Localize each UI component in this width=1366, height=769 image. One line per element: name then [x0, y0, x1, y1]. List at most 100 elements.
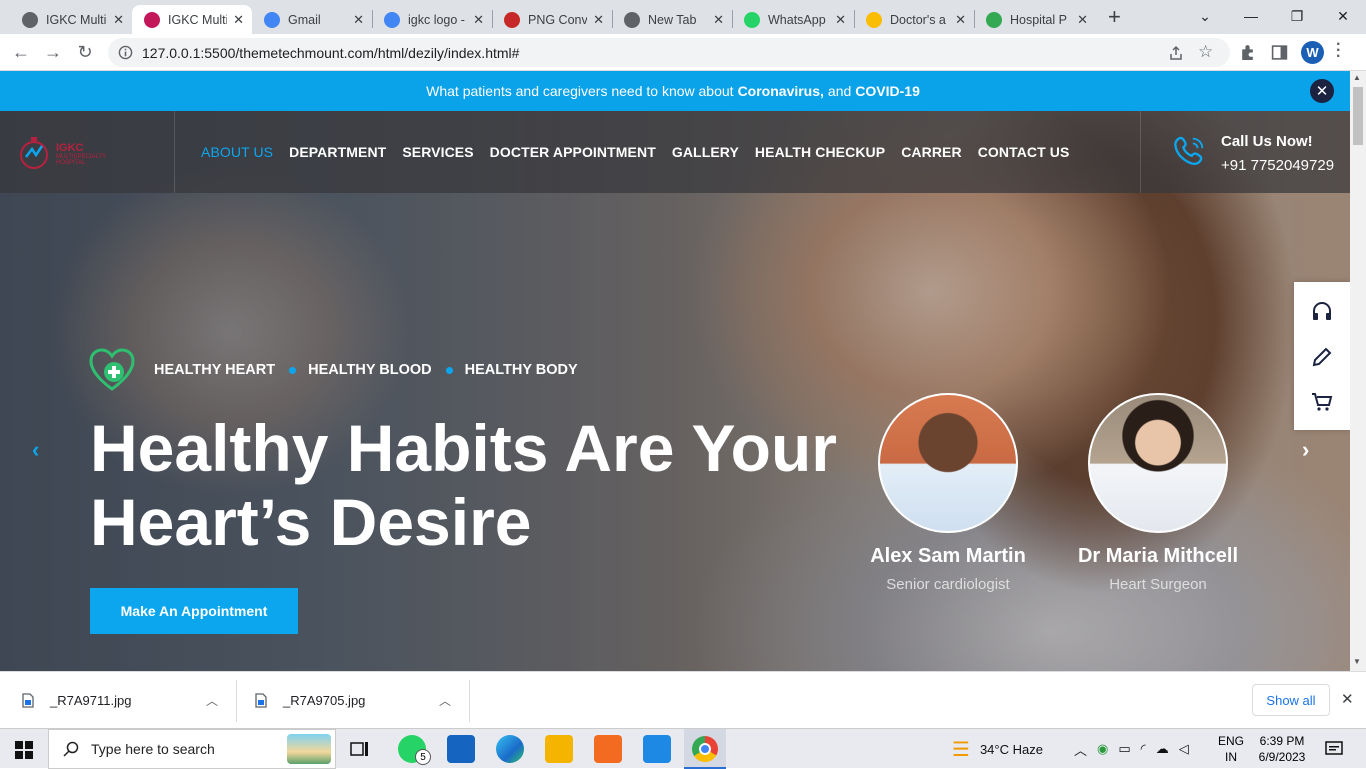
download-item[interactable]: _R7A9705.jpg ︿	[255, 672, 465, 728]
download-item[interactable]: _R7A9711.jpg ︿	[22, 672, 232, 728]
back-icon[interactable]: ←	[8, 40, 34, 64]
chrome-taskbar-item[interactable]	[684, 729, 726, 769]
tab-close-icon[interactable]: ✕	[473, 12, 484, 28]
scroll-up-icon[interactable]: ▲	[1353, 73, 1361, 82]
browser-tab-6[interactable]: New Tab ✕	[612, 5, 732, 34]
show-hidden-icons-chevron-icon[interactable]: ︿	[1074, 740, 1087, 759]
extensions-icon[interactable]	[1239, 44, 1256, 61]
tab-close-icon[interactable]: ✕	[713, 12, 724, 28]
side-panel-icon[interactable]	[1271, 44, 1288, 61]
nav-gallery[interactable]: GALLERY	[672, 144, 739, 160]
wifi-icon[interactable]: ◜	[1141, 741, 1146, 757]
chrome-icon	[624, 11, 640, 28]
new-tab-button[interactable]: +	[1108, 4, 1121, 30]
browser-tab-4[interactable]: igkc logo - ✕	[372, 5, 492, 34]
clock[interactable]: 6:39 PM 6/9/2023	[1254, 733, 1310, 765]
download-divider	[469, 680, 470, 722]
browser-toolbar: ← → ↻ 127.0.0.1:5500/themetechmount.com/…	[0, 34, 1366, 71]
tab-close-icon[interactable]: ✕	[593, 12, 604, 28]
slider-prev-arrow-icon[interactable]: ‹	[32, 437, 39, 463]
pencil-icon[interactable]	[1310, 345, 1334, 369]
slider-next-arrow-icon[interactable]: ›	[1302, 437, 1309, 463]
tab-close-icon[interactable]: ✕	[1077, 12, 1088, 28]
restore-icon[interactable]: ❐	[1274, 0, 1320, 32]
site-logo[interactable]: IGKC MULTISPECIALTY HOSPITAL	[16, 135, 126, 171]
vscode-icon[interactable]	[643, 735, 671, 763]
browser-tab-3[interactable]: Gmail ✕	[252, 5, 372, 34]
headphones-icon[interactable]	[1310, 299, 1334, 323]
doctor-role: Heart Surgeon	[1109, 576, 1207, 593]
page-scrollbar[interactable]: ▲ ▼	[1350, 71, 1366, 671]
scroll-down-icon[interactable]: ▼	[1353, 657, 1361, 666]
browser-tab-8[interactable]: Doctor's a ✕	[854, 5, 974, 34]
tag-healthy-blood: HEALTHY BLOOD	[308, 362, 432, 378]
browser-tab-2-active[interactable]: IGKC Multi ✕	[132, 5, 252, 34]
google-icon	[264, 11, 280, 28]
file-explorer-icon[interactable]	[545, 735, 573, 763]
doctor-card[interactable]: Dr Maria Mithcell Heart Surgeon	[1063, 393, 1253, 593]
download-options-chevron-icon[interactable]: ︿	[439, 692, 451, 709]
clock-time: 6:39 PM	[1259, 734, 1305, 748]
browser-tab-1[interactable]: IGKC Multi ✕	[10, 5, 132, 34]
tab-close-icon[interactable]: ✕	[353, 12, 364, 28]
address-bar[interactable]: 127.0.0.1:5500/themetechmount.com/html/d…	[108, 38, 1230, 67]
nav-services[interactable]: SERVICES	[402, 144, 473, 160]
globe-icon	[22, 11, 38, 28]
bookmark-star-icon[interactable]: ☆	[1198, 42, 1213, 62]
battery-icon[interactable]: ▭	[1118, 741, 1130, 757]
call-us-block[interactable]: Call Us Now! +91 7752049729	[1170, 133, 1334, 176]
browser-tab-9[interactable]: Hospital P ✕	[974, 5, 1096, 34]
close-shelf-icon[interactable]: ✕	[1341, 690, 1354, 708]
weather-widget[interactable]: ☰ 34°C Haze	[952, 729, 1043, 769]
window-close-icon[interactable]: ✕	[1320, 0, 1366, 32]
download-options-chevron-icon[interactable]: ︿	[206, 692, 218, 709]
call-number[interactable]: +91 7752049729	[1221, 157, 1334, 174]
minimize-icon[interactable]: —	[1228, 0, 1274, 32]
make-appointment-button[interactable]: Make An Appointment	[90, 588, 298, 634]
browser-tab-7[interactable]: WhatsApp ✕	[732, 5, 854, 34]
nav-health-checkup[interactable]: HEALTH CHECKUP	[755, 144, 885, 160]
tab-close-icon[interactable]: ✕	[955, 12, 966, 28]
nav-docter-appointment[interactable]: DOCTER APPOINTMENT	[490, 144, 656, 160]
tab-title: PNG Conv	[528, 12, 588, 27]
doctor-card[interactable]: Alex Sam Martin Senior cardiologist	[853, 393, 1043, 593]
profile-avatar[interactable]: W	[1301, 41, 1324, 64]
taskbar-search-box[interactable]: Type here to search	[48, 729, 336, 769]
cloud-icon[interactable]: ☁	[1156, 741, 1169, 757]
security-icon[interactable]: ◉	[1097, 741, 1108, 757]
reload-icon[interactable]: ↻	[72, 40, 98, 64]
language-indicator[interactable]: ENG IN	[1218, 733, 1244, 765]
volume-icon[interactable]: ◁	[1179, 741, 1189, 757]
tab-title: Doctor's a	[890, 12, 946, 27]
heart-plus-icon	[89, 348, 135, 391]
tab-search-chevron-icon[interactable]: ⌄	[1182, 0, 1228, 32]
forward-icon[interactable]: →	[40, 40, 66, 64]
browser-tab-5[interactable]: PNG Conv ✕	[492, 5, 612, 34]
search-placeholder: Type here to search	[91, 741, 215, 757]
notice-link-covid[interactable]: COVID-19	[855, 83, 920, 99]
notice-link-coronavirus[interactable]: Coronavirus,	[738, 83, 824, 99]
mail-icon[interactable]	[447, 735, 475, 763]
xampp-icon[interactable]	[594, 735, 622, 763]
scrollbar-thumb[interactable]	[1353, 87, 1363, 145]
tab-close-icon[interactable]: ✕	[835, 12, 846, 28]
tab-close-icon[interactable]: ✕	[113, 12, 124, 28]
notifications-icon[interactable]	[1325, 740, 1343, 758]
show-all-downloads-button[interactable]: Show all	[1252, 684, 1330, 716]
info-icon[interactable]	[118, 45, 133, 60]
cart-icon[interactable]	[1310, 390, 1334, 414]
tab-close-icon[interactable]: ✕	[233, 12, 244, 28]
nav-department[interactable]: DEPARTMENT	[289, 144, 386, 160]
url-text[interactable]: 127.0.0.1:5500/themetechmount.com/html/d…	[142, 45, 519, 61]
phone-icon	[1174, 136, 1204, 166]
nav-contact-us[interactable]: CONTACT US	[978, 144, 1070, 160]
edge-icon[interactable]	[496, 735, 524, 763]
share-icon[interactable]	[1168, 45, 1184, 61]
notice-close-button[interactable]: ✕	[1310, 79, 1334, 103]
menu-kebab-icon[interactable]: · · ·	[1336, 37, 1341, 65]
nav-carrer[interactable]: CARRER	[901, 144, 962, 160]
windows-start-icon[interactable]	[15, 741, 33, 759]
nav-about-us[interactable]: ABOUT US	[201, 144, 273, 160]
task-view-icon[interactable]	[350, 740, 370, 758]
doctor-role: Senior cardiologist	[886, 576, 1010, 593]
